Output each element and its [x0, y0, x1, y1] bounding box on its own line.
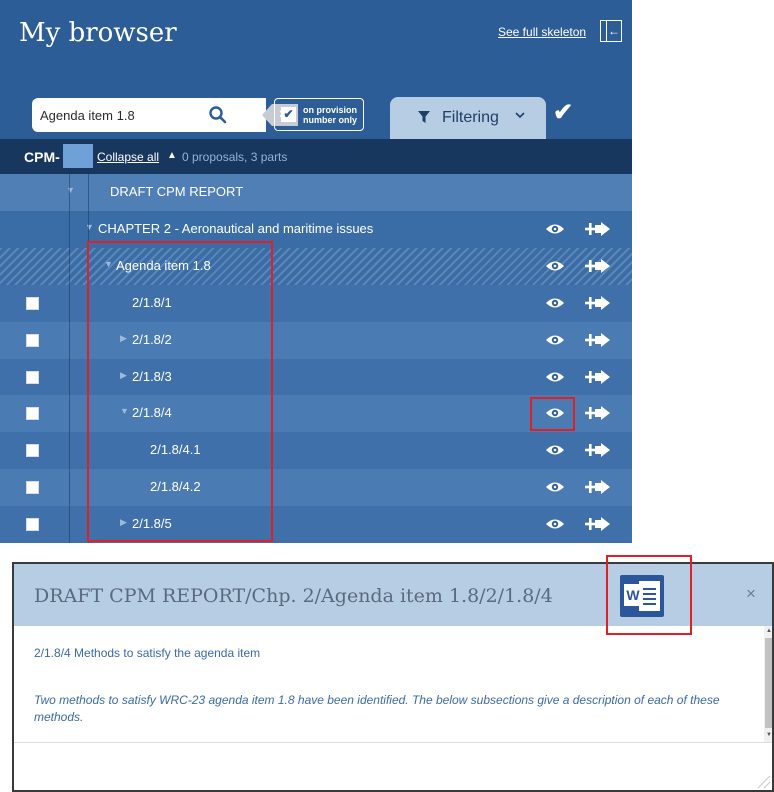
row-checkbox[interactable]	[26, 444, 39, 458]
add-arrow-icon[interactable]	[585, 479, 611, 495]
caret-down-icon[interactable]: ▼	[85, 222, 94, 232]
tree-row[interactable]: ▼ DRAFT CPM REPORT	[0, 174, 632, 211]
add-arrow-icon[interactable]	[585, 516, 611, 532]
see-full-skeleton-link[interactable]: See full skeleton	[498, 25, 586, 39]
eye-icon[interactable]	[545, 333, 565, 347]
eye-icon[interactable]	[545, 259, 565, 273]
provision-label: on provision number only	[303, 105, 358, 125]
cpm-color-swatch	[63, 144, 93, 168]
row-checkbox[interactable]	[26, 296, 39, 310]
resize-handle-icon[interactable]	[754, 772, 772, 790]
add-arrow-icon[interactable]	[585, 332, 611, 348]
row-checkbox[interactable]	[26, 333, 39, 347]
panel-toggle-icon[interactable]: ←	[600, 20, 622, 42]
close-icon[interactable]: ×	[746, 584, 756, 604]
modal-body: 2/1.8/4 Methods to satisfy the agenda it…	[14, 626, 762, 742]
add-arrow-icon[interactable]	[585, 295, 611, 311]
row-checkbox[interactable]	[26, 407, 39, 421]
row-checkbox[interactable]	[26, 370, 39, 384]
section-title: 2/1.8/4 Methods to satisfy the agenda it…	[34, 646, 261, 660]
add-arrow-icon[interactable]	[585, 442, 611, 458]
tree-row-label: CHAPTER 2 - Aeronautical and maritime is…	[98, 220, 374, 236]
eye-icon[interactable]	[545, 517, 565, 531]
eye-icon[interactable]	[545, 370, 565, 384]
arrow-left-icon: ←	[608, 24, 620, 38]
modal-scrollbar[interactable]: ▲ ▼	[764, 626, 772, 742]
scroll-up-icon[interactable]: ▲	[766, 628, 772, 634]
tab-filtering[interactable]: Filtering	[390, 97, 546, 139]
highlight-eye-button	[530, 397, 575, 431]
provision-checkbox[interactable]: ✔	[281, 107, 296, 122]
confirm-check-icon[interactable]: ✔	[553, 98, 573, 127]
scroll-thumb[interactable]	[765, 638, 772, 728]
chevron-down-icon	[515, 112, 525, 119]
funnel-icon	[418, 111, 430, 123]
add-arrow-icon[interactable]	[585, 258, 611, 274]
search-box: ×	[32, 98, 298, 132]
tree-guide-line	[69, 174, 70, 543]
search-input[interactable]	[40, 106, 200, 124]
cpm-bar: CPM- Collapse all ▲ 0 proposals, 3 parts	[0, 139, 632, 174]
provision-number-toggle[interactable]: ✔ on provision number only	[274, 98, 364, 131]
proposals-summary: 0 proposals, 3 parts	[182, 150, 288, 164]
browser-panel: My browser See full skeleton ← × ✔ on pr…	[0, 0, 632, 543]
eye-icon[interactable]	[545, 480, 565, 494]
cpm-label: CPM-	[24, 149, 60, 165]
collapse-up-icon[interactable]: ▲	[167, 150, 177, 161]
row-checkbox[interactable]	[26, 518, 39, 532]
add-arrow-icon[interactable]	[585, 369, 611, 385]
section-description: Two methods to satisfy WRC-23 agenda ite…	[34, 693, 720, 724]
add-arrow-icon[interactable]	[585, 221, 611, 237]
highlight-word-icon	[606, 555, 692, 635]
eye-icon[interactable]	[545, 222, 565, 236]
modal-title: DRAFT CPM REPORT/Chp. 2/Agenda item 1.8/…	[34, 585, 553, 607]
eye-icon[interactable]	[545, 443, 565, 457]
eye-icon[interactable]	[545, 296, 565, 310]
browser-title: My browser	[19, 18, 177, 48]
caret-down-icon[interactable]: ▼	[66, 185, 75, 195]
modal-footer	[14, 742, 772, 790]
add-arrow-icon[interactable]	[585, 405, 611, 421]
scroll-down-icon[interactable]: ▼	[766, 732, 772, 738]
filtering-label: Filtering	[442, 109, 499, 126]
search-icon[interactable]	[208, 105, 228, 125]
collapse-all-link[interactable]: Collapse all	[97, 150, 159, 164]
highlight-agenda-tree	[87, 241, 273, 542]
row-checkbox[interactable]	[26, 481, 39, 495]
tree-row-label: DRAFT CPM REPORT	[110, 184, 244, 199]
